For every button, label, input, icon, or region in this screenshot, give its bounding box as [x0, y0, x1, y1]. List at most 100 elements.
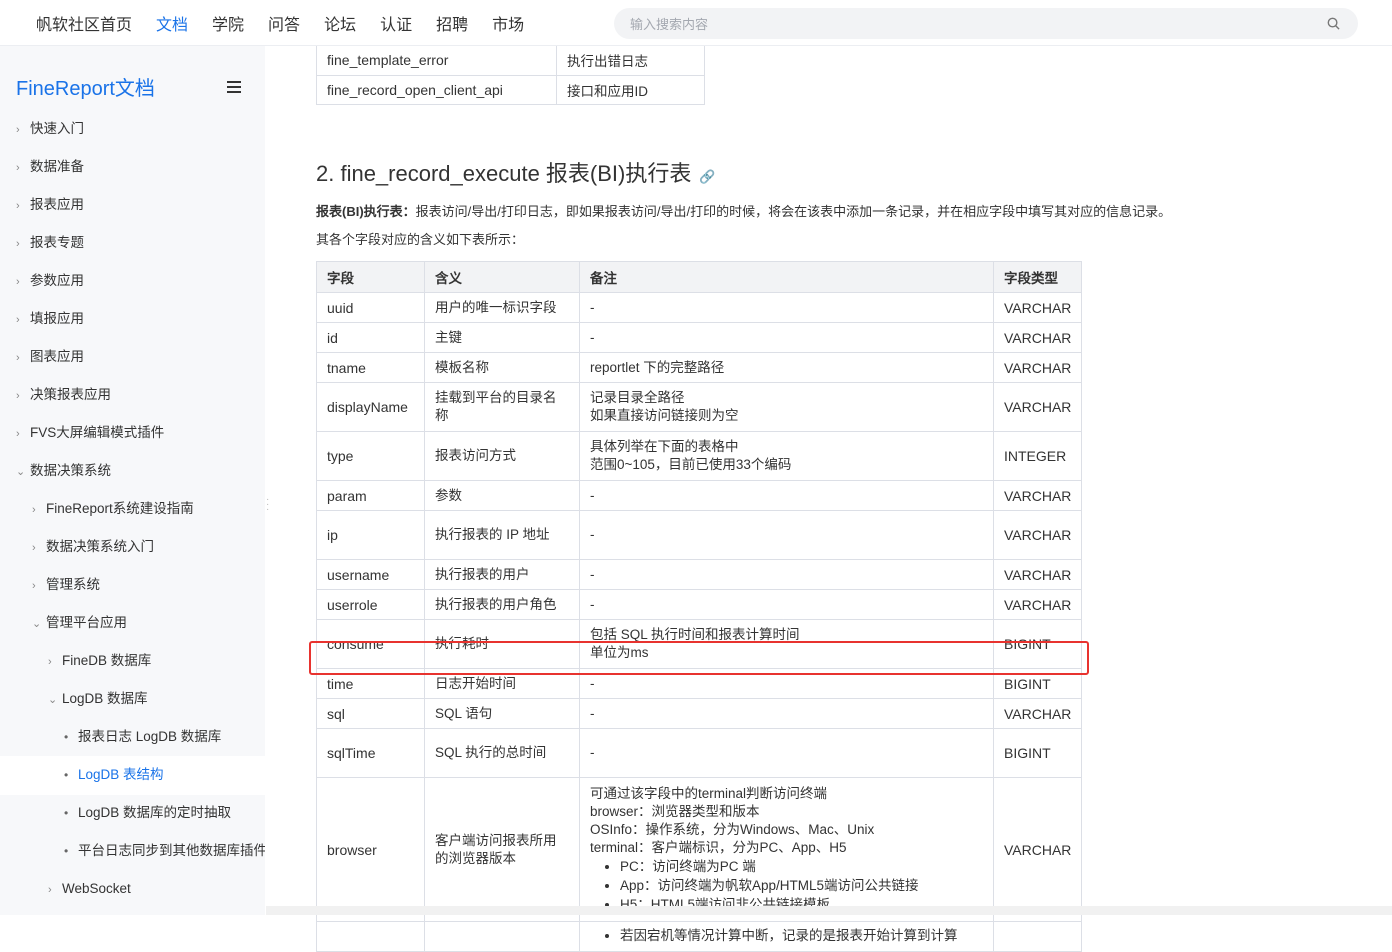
note-cell: - [579, 589, 994, 620]
sidebar-item-9[interactable]: ⌄ 数据决策系统 [16, 459, 111, 483]
table-row-uuid: uuid 用户的唯一标识字段 - VARCHAR [316, 292, 1083, 323]
nav-item-2[interactable]: 学院 [212, 11, 244, 35]
chevron-right-icon: › [16, 124, 20, 136]
column-header: 字段类型 [992, 261, 1083, 293]
table-intro-text: 其各个字段对应的含义如下表所示： [316, 232, 525, 247]
note-cell: 记录目录全路径 如果直接访问链接则为空 [579, 382, 994, 432]
note-line: OSInfo：操作系统，分为Windows、Mac、Unix [590, 822, 875, 837]
table-desc-cell: 执行出错日志 [556, 46, 705, 76]
table-row-ip: ip 执行报表的 IP 地址 - VARCHAR [316, 510, 1083, 560]
field-cell: browser [316, 777, 425, 922]
sidebar-item-label: LogDB 数据库的定时抽取 [78, 805, 232, 820]
sidebar-item-6[interactable]: › 图表应用 [16, 345, 84, 369]
sidebar-item-12[interactable]: › 管理系统 [32, 573, 100, 597]
sidebar-item-16[interactable]: • 报表日志 LogDB 数据库 [64, 725, 221, 749]
meaning-cell: 用户的唯一标识字段 [424, 292, 580, 323]
top-nav: 帆软社区首页 文档 学院 问答 论坛 认证 招聘 市场 [36, 0, 548, 46]
section-description: 报表(BI)执行表：报表访问/导出/打印日志，即如果报表访问/导出/打印的时候，… [316, 201, 1171, 220]
sidebar-resize-handle-icon[interactable]: · · · [266, 495, 270, 515]
sidebar-item-19[interactable]: • 平台日志同步到其他数据库插件 [64, 839, 265, 863]
anchor-link-icon[interactable]: 🔗 [699, 169, 715, 184]
sidebar-item-7[interactable]: › 决策报表应用 [16, 383, 111, 407]
description-text: 报表访问/导出/打印日志，即如果报表访问/导出/打印的时候，将会在该表中添加一条… [415, 204, 1172, 219]
sidebar-item-13[interactable]: ⌄ 管理平台应用 [32, 611, 127, 635]
type-cell: VARCHAR [992, 352, 1083, 383]
field-cell: consume [316, 619, 425, 669]
note-list: 若因宕机等情况计算中断，记录的是报表开始计算到计算 [590, 926, 983, 945]
note-line: - [590, 329, 595, 345]
sidebar-item-4[interactable]: › 参数应用 [16, 269, 84, 293]
sidebar-item-label: 数据决策系统入门 [46, 539, 154, 554]
bullet-icon: • [64, 730, 69, 744]
list-item: App：访问终端为帆软App/HTML5端访问公共链接 [620, 876, 983, 895]
type-cell: VARCHAR [992, 510, 1083, 560]
note-line: - [590, 487, 595, 503]
meaning-cell: 执行耗时 [424, 619, 580, 669]
note-line: - [590, 566, 595, 582]
sidebar-title[interactable]: FineReport文档 [16, 72, 155, 101]
meaning-cell: 执行报表的 IP 地址 [424, 510, 580, 560]
sidebar-item-5[interactable]: › 填报应用 [16, 307, 84, 331]
field-cell: sqlTime [316, 728, 425, 778]
table-row-param: param 参数 - VARCHAR [316, 480, 1083, 511]
note-cell: - [579, 510, 994, 560]
field-cell: ip [316, 510, 425, 560]
table-desc-cell: 接口和应用ID [556, 74, 705, 105]
meaning-cell: 挂载到平台的目录名称 [424, 382, 580, 432]
table-name-cell: fine_record_open_client_api [316, 74, 557, 105]
note-line: 单位为ms [590, 645, 649, 660]
sidebar-item-10[interactable]: › FineReport系统建设指南 [32, 497, 194, 521]
table-row-consume: consume 执行耗时 包括 SQL 执行时间和报表计算时间 单位为ms BIGINT [316, 619, 1083, 669]
note-line: 包括 SQL 执行时间和报表计算时间 [590, 627, 800, 642]
sidebar-item-18[interactable]: • LogDB 数据库的定时抽取 [64, 801, 231, 825]
sidebar-item-label: 报表日志 LogDB 数据库 [78, 729, 222, 744]
sidebar-item-14[interactable]: › FineDB 数据库 [48, 649, 151, 673]
search-input[interactable] [628, 8, 1322, 41]
sidebar-item-1[interactable]: › 数据准备 [16, 155, 84, 179]
note-line: - [590, 675, 595, 691]
search-box[interactable] [614, 8, 1358, 41]
note-line: - [590, 596, 595, 612]
sidebar-item-17[interactable]: • LogDB 表结构 [64, 763, 164, 787]
meaning-cell: 参数 [424, 480, 580, 511]
type-cell: BIGINT [992, 668, 1083, 699]
description-bold: 报表(BI)执行表： [316, 204, 416, 219]
doc-sidebar: FineReport文档 › 快速入门 › 数据准备 › 报表应用 › 报表专题 › 参数应用 › 填… [0, 46, 265, 915]
sidebar-item-20[interactable]: › WebSocket [48, 877, 131, 901]
note-line: terminal：客户端标识，分为PC、App、H5 [590, 840, 847, 855]
chevron-right-icon: › [48, 884, 52, 896]
sidebar-item-0[interactable]: › 快速入门 [16, 117, 84, 141]
horizontal-scrollbar[interactable] [266, 906, 1392, 915]
field-cell: tname [316, 352, 425, 383]
sidebar-item-8[interactable]: › FVS大屏编辑模式插件 [16, 421, 164, 445]
nav-item-0[interactable]: 帆软社区首页 [36, 11, 132, 35]
field-cell: userrole [316, 589, 425, 620]
nav-item-1[interactable]: 文档 [156, 11, 188, 35]
chevron-right-icon: › [16, 428, 20, 440]
sidebar-item-15[interactable]: ⌄ LogDB 数据库 [48, 687, 148, 711]
search-icon[interactable] [1327, 17, 1340, 30]
type-cell: VARCHAR [992, 559, 1083, 590]
table-row: fine_record_open_client_api 接口和应用ID [316, 74, 705, 105]
column-header: 字段 [316, 261, 425, 293]
nav-item-4[interactable]: 论坛 [324, 11, 356, 35]
chevron-right-icon: › [32, 542, 36, 554]
sidebar-item-11[interactable]: › 数据决策系统入门 [32, 535, 154, 559]
meaning-cell: 执行报表的用户 [424, 559, 580, 590]
nav-item-7[interactable]: 市场 [492, 11, 524, 35]
nav-item-5[interactable]: 认证 [380, 11, 412, 35]
note-line: 可通过该字段中的terminal判断访问终端 [590, 786, 828, 801]
note-line: 记录目录全路径 [590, 390, 685, 405]
tables-list-table: fine_template_error 执行出错日志 fine_record_ope… [316, 46, 705, 105]
sidebar-item-label: 管理系统 [46, 577, 100, 592]
sidebar-item-3[interactable]: › 报表专题 [16, 231, 84, 255]
type-cell: VARCHAR [992, 292, 1083, 323]
type-cell: VARCHAR [992, 698, 1083, 729]
hamburger-menu-icon[interactable] [227, 81, 241, 93]
chevron-right-icon: › [16, 352, 20, 364]
note-cell: - [579, 668, 994, 699]
chevron-right-icon: › [16, 200, 20, 212]
sidebar-item-2[interactable]: › 报表应用 [16, 193, 84, 217]
nav-item-6[interactable]: 招聘 [436, 11, 468, 35]
nav-item-3[interactable]: 问答 [268, 11, 300, 35]
